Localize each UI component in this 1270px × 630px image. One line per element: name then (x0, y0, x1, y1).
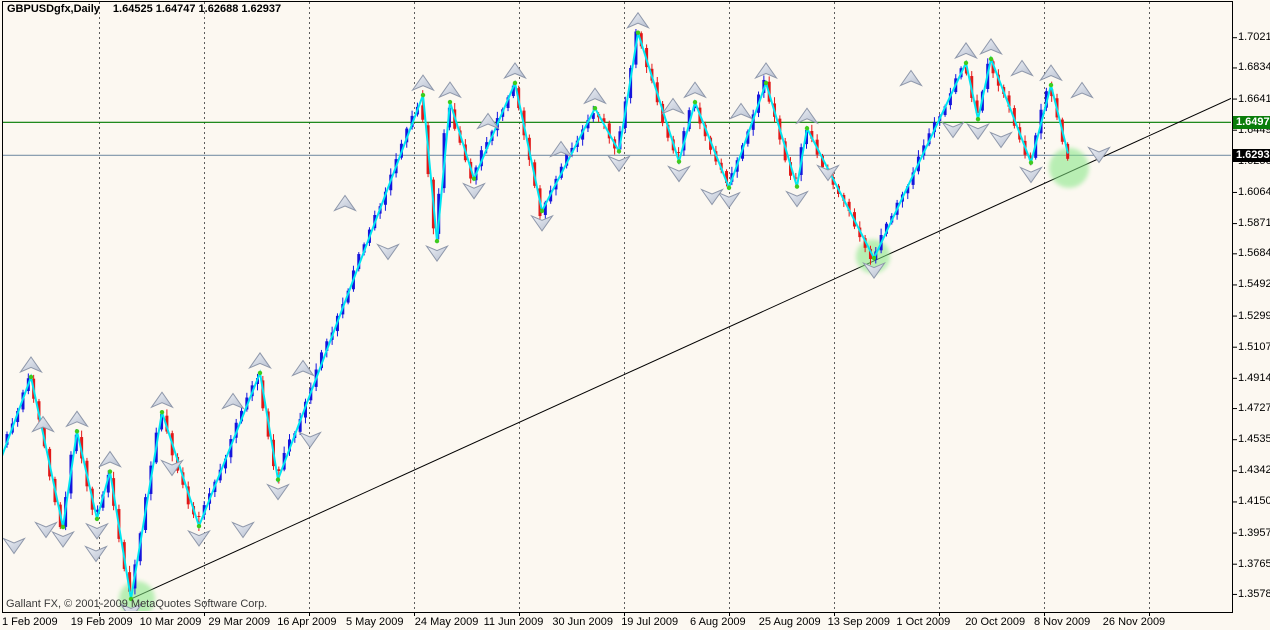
price-tick-label: 1.39575 (1238, 527, 1270, 539)
date-label: 20 Oct 2009 (965, 616, 1025, 628)
date-label: 5 May 2009 (346, 616, 403, 628)
date-label: 11 Jun 2009 (484, 616, 544, 628)
price-tick-label: 1.35780 (1238, 588, 1270, 600)
date-label: 1 Oct 2009 (896, 616, 950, 628)
date-label: 24 May 2009 (415, 616, 479, 628)
price-tick-label: 1.56845 (1238, 247, 1270, 259)
date-label: 29 Mar 2009 (208, 616, 270, 628)
date-label: 10 Mar 2009 (140, 616, 202, 628)
date-label: 30 Jun 2009 (552, 616, 613, 628)
ohlc-quotes: 1.64525 1.64747 1.62688 1.62937 (113, 3, 281, 15)
price-tick-label: 1.58715 (1238, 217, 1270, 229)
date-label: 26 Nov 2009 (1103, 616, 1165, 628)
price-tick-label: 1.54920 (1238, 278, 1270, 290)
price-tick-label: 1.41500 (1238, 495, 1270, 507)
date-label: 8 Nov 2009 (1034, 616, 1090, 628)
price-tick-label: 1.51070 (1238, 341, 1270, 353)
price-tick-label: 1.49145 (1238, 372, 1270, 384)
chart-window: GBPUSDgfx,Daily 1.64525 1.64747 1.62688 1… (0, 0, 1270, 630)
price-tick-label: 1.43425 (1238, 464, 1270, 476)
price-tick-label: 1.52995 (1238, 310, 1270, 322)
price-tick-label: 1.37650 (1238, 558, 1270, 570)
date-axis[interactable]: 1 Feb 2009 19 Feb 2009 10 Mar 2009 29 Mar 2… (0, 616, 1270, 630)
price-tick-label: 1.60640 (1238, 186, 1270, 198)
price-axis[interactable]: 1.702101.683401.664151.644901.625651.606… (0, 0, 1270, 630)
price-tag-green-line: 1.64977 (1233, 116, 1270, 129)
date-label: 19 Feb 2009 (71, 616, 133, 628)
price-tick-label: 1.45350 (1238, 433, 1270, 445)
date-label: 13 Sep 2009 (828, 616, 890, 628)
date-label: 1 Feb 2009 (2, 616, 58, 628)
date-label: 6 Aug 2009 (690, 616, 746, 628)
price-tick-label: 1.47275 (1238, 402, 1270, 414)
date-label: 19 Jul 2009 (621, 616, 678, 628)
price-tick-label: 1.70210 (1238, 31, 1270, 43)
price-tick-label: 1.66415 (1238, 93, 1270, 105)
copyright-text: Gallant FX, © 2001-2009 MetaQuotes Softw… (6, 598, 267, 610)
price-tick-label: 1.68340 (1238, 61, 1270, 73)
symbol-period-label: GBPUSDgfx,Daily (7, 3, 100, 15)
date-label: 25 Aug 2009 (759, 616, 821, 628)
chart-title: GBPUSDgfx,Daily 1.64525 1.64747 1.62688 1… (7, 3, 281, 15)
date-label: 16 Apr 2009 (277, 616, 336, 628)
price-tag-current: 1.62937 (1233, 149, 1270, 162)
